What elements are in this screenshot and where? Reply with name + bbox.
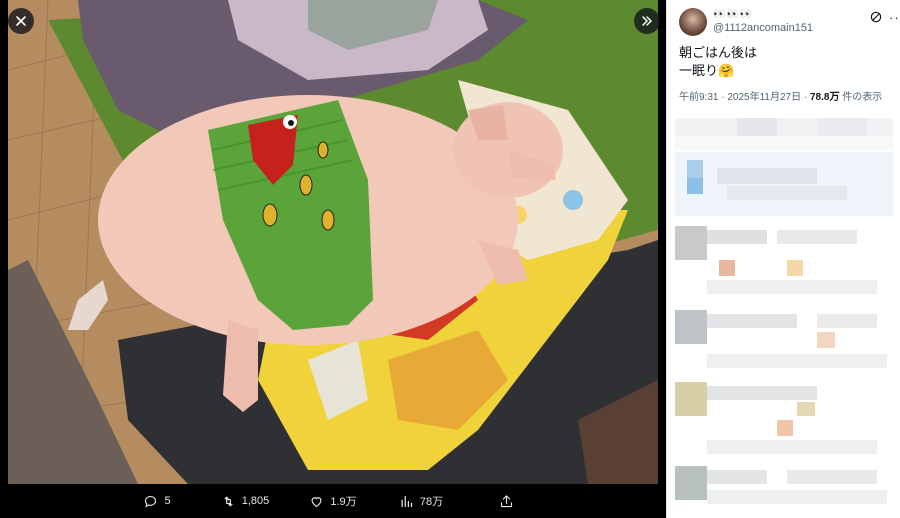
like-button[interactable]: 1.9万 [289, 493, 377, 509]
reply-count: 5 [164, 495, 171, 507]
tweet-text-line: 一眠り🤗 [679, 63, 735, 78]
view-count: 78.8万 [810, 92, 840, 103]
close-icon [16, 16, 26, 26]
like-icon [311, 496, 322, 507]
views-suffix: 件の表示 [842, 92, 883, 103]
views-button[interactable]: 78万 [377, 493, 465, 509]
like-count: 1.9万 [330, 496, 357, 508]
share-icon [500, 494, 512, 507]
views-count: 78万 [419, 496, 444, 508]
tweet-text: 朝ごはん後は 一眠り🤗 [679, 44, 889, 80]
tweet-header: 👀👀👀 @1112ancomain151 ··· [679, 8, 900, 38]
grok-icon[interactable] [869, 10, 883, 24]
more-options-icon[interactable]: ··· [889, 10, 900, 25]
media-viewer: 5 1,805 1.9万 78万 [0, 0, 666, 518]
chevrons-right-icon [642, 16, 652, 26]
retweet-icon [224, 496, 233, 506]
tweet-photo [8, 0, 658, 484]
retweet-count: 1,805 [241, 495, 270, 507]
blurred-replies [675, 118, 893, 504]
display-name[interactable]: 👀👀👀 [713, 9, 753, 20]
share-button[interactable] [465, 494, 553, 509]
tweet-panel: 👀👀👀 @1112ancomain151 ··· 朝ごはん後は 一眠り🤗 午前9… [666, 0, 900, 518]
avatar[interactable] [679, 8, 707, 36]
user-handle[interactable]: @1112ancomain151 [713, 22, 813, 34]
retweet-button[interactable]: 1,805 [201, 494, 289, 509]
tweet-time[interactable]: 午前9:31 [679, 92, 718, 103]
reply-icon [145, 495, 157, 508]
close-button[interactable] [8, 8, 34, 34]
reply-button[interactable]: 5 [113, 494, 201, 509]
tweet-text-line: 朝ごはん後は [679, 45, 758, 60]
views-icon [401, 495, 412, 507]
tweet-meta: 午前9:31 · 2025年11月27日 · 78.8万 件の表示 [679, 88, 893, 103]
tweet-date[interactable]: 2025年11月27日 [727, 92, 801, 103]
toggle-panel-button[interactable] [634, 8, 660, 34]
engagement-bar: 5 1,805 1.9万 78万 [0, 484, 666, 518]
